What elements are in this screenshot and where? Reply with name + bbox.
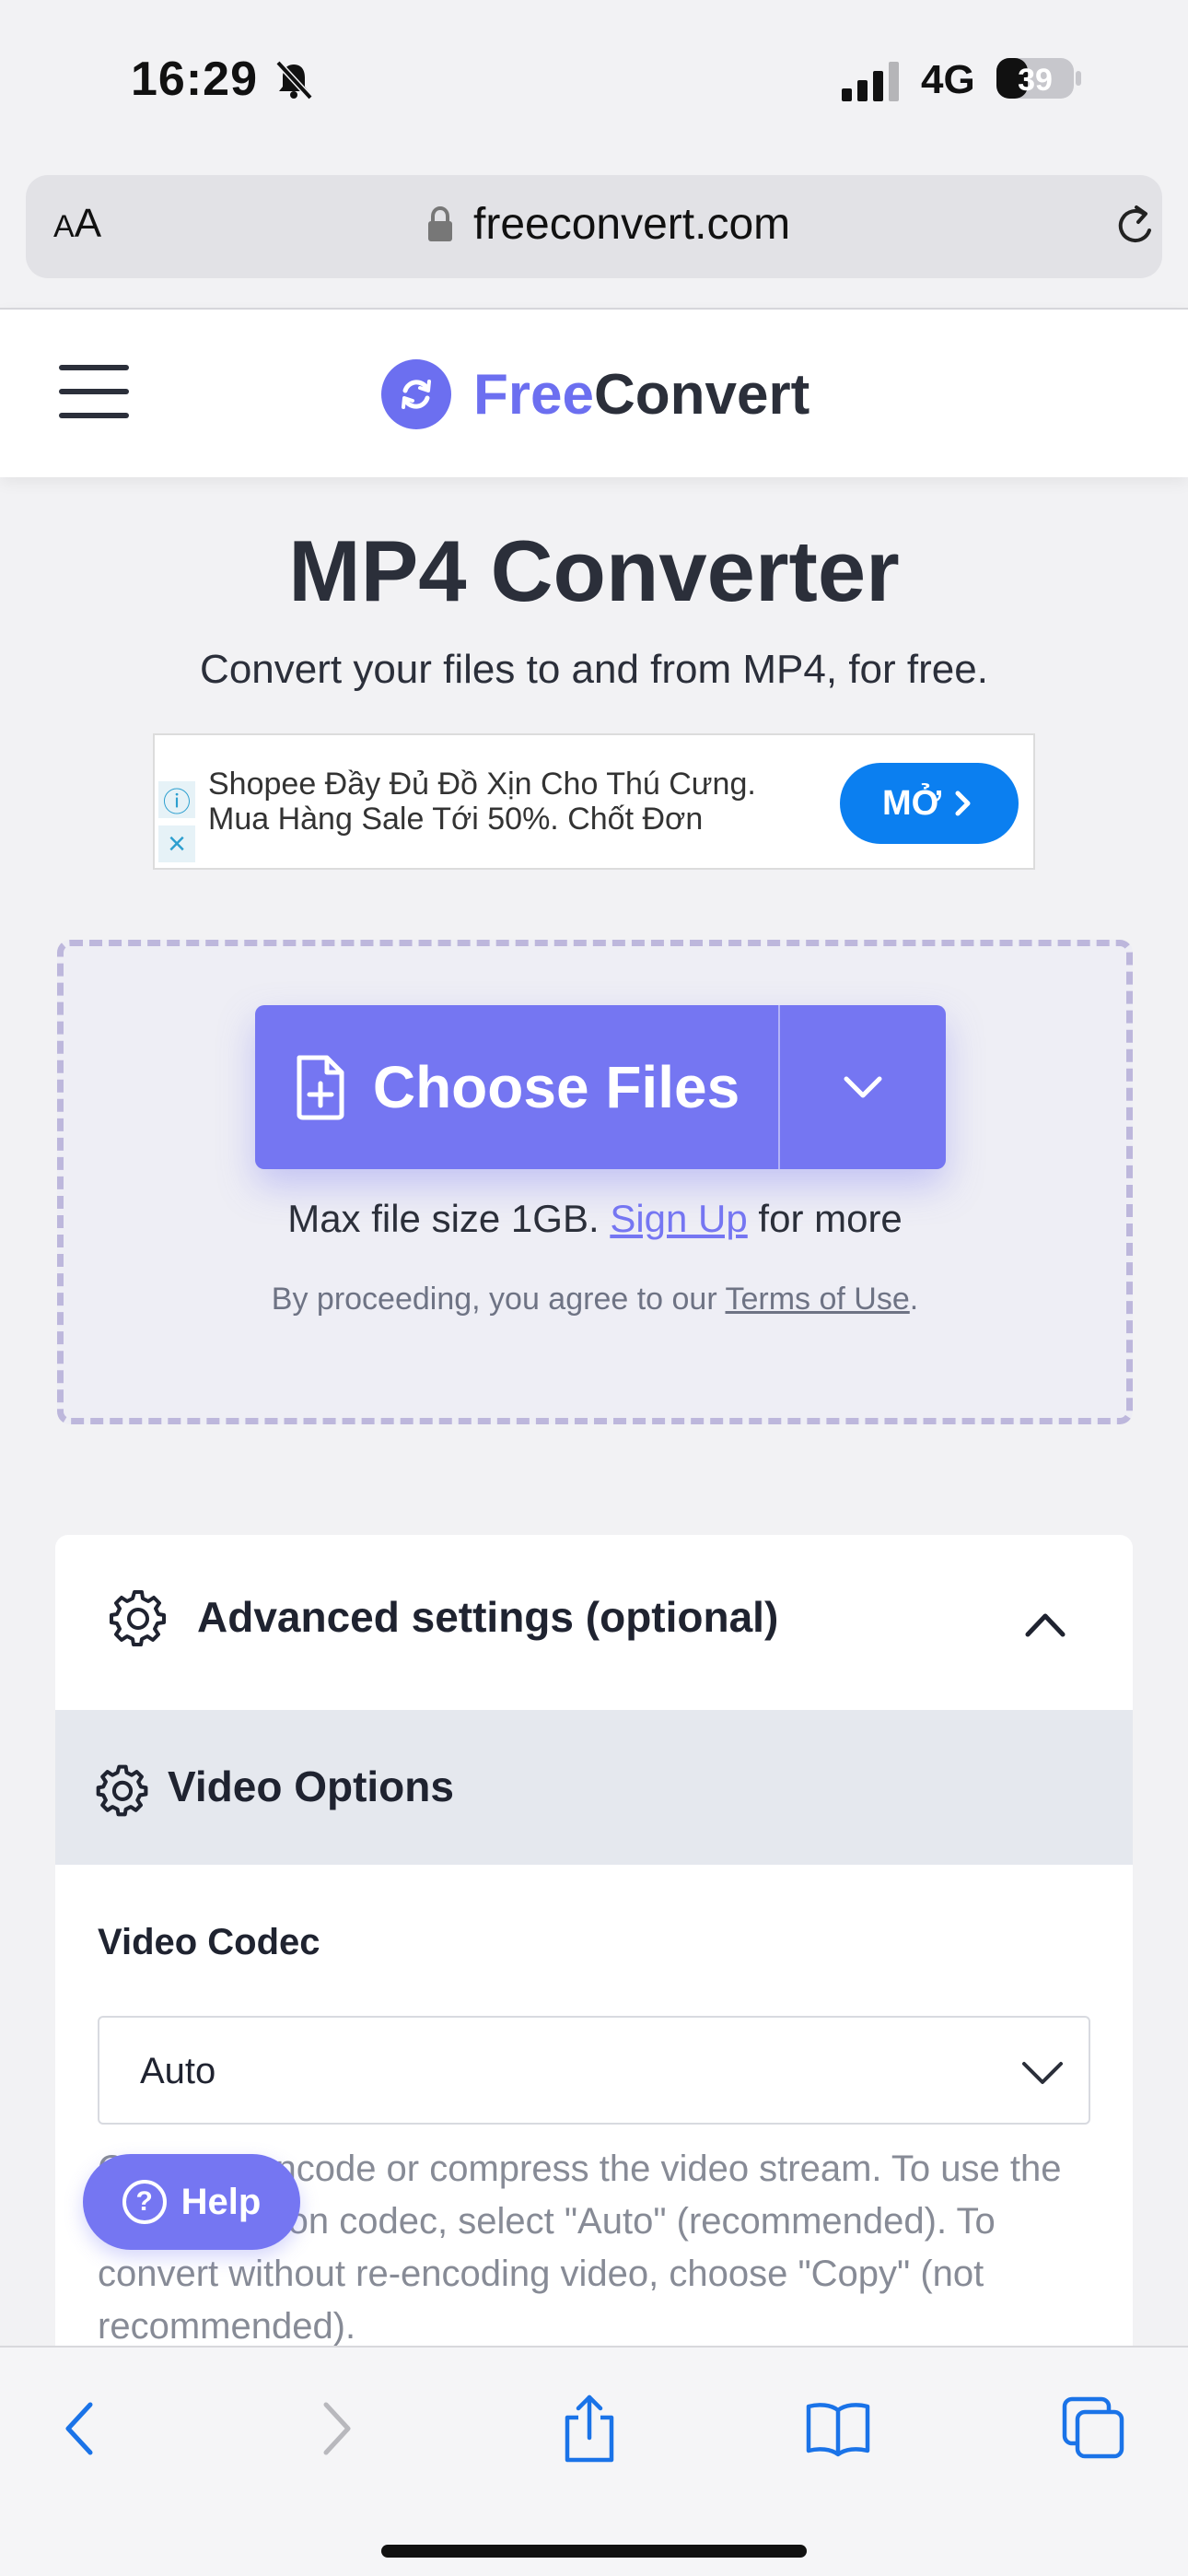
gear-icon (96, 1764, 148, 1817)
logo-text-convert: Convert (593, 362, 810, 427)
home-indicator (381, 2545, 807, 2558)
ad-close-icon[interactable]: × (158, 825, 195, 862)
max-size-note: Max file size 1GB. Sign Up for more (64, 1197, 1126, 1241)
chevron-up-icon[interactable] (1020, 1599, 1070, 1649)
chevron-right-icon (955, 790, 971, 816)
terms-link[interactable]: Terms of Use (726, 1282, 910, 1317)
battery-level: 39 (1018, 63, 1053, 98)
ad-text: Shopee Đầy Đủ Đồ Xịn Cho Thú Cưng. Mua H… (208, 767, 756, 837)
page-title: MP4 Converter (288, 522, 900, 619)
bell-muted-icon (275, 60, 313, 100)
signal-icon (842, 62, 899, 101)
video-codec-label: Video Codec (98, 1922, 320, 1962)
browser-toolbar (0, 2346, 1188, 2576)
ad-open-label: MỞ (881, 783, 942, 823)
ad-info-icon[interactable]: ⓘ (158, 781, 195, 818)
reload-icon[interactable] (1112, 203, 1160, 251)
video-options-header: Video Options (55, 1710, 1133, 1865)
upload-dropzone[interactable]: Choose Files Max file size 1GB. Sign Up … (57, 940, 1133, 1424)
address-bar[interactable]: AA freeconvert.com (26, 175, 1162, 278)
text-size-button[interactable]: AA (53, 201, 101, 247)
advanced-settings-toggle[interactable]: Advanced settings (optional) (55, 1535, 1133, 1710)
choose-files-label: Choose Files (372, 1054, 740, 1120)
share-icon[interactable] (553, 2392, 626, 2465)
network-type: 4G (921, 57, 975, 102)
ad-line-1: Shopee Đầy Đủ Đồ Xịn Cho Thú Cưng. (208, 767, 756, 802)
video-options-title: Video Options (168, 1762, 454, 1810)
ad-banner[interactable]: ⓘ × Shopee Đầy Đủ Đồ Xịn Cho Thú Cưng. M… (153, 733, 1035, 870)
advanced-settings-title: Advanced settings (optional) (197, 1593, 779, 1641)
file-add-icon (297, 1055, 344, 1120)
max-size-suffix: for more (758, 1197, 903, 1240)
status-bar: 16:29 4G 39 (0, 0, 1188, 166)
terms-suffix: . (909, 1282, 919, 1317)
video-codec-value: Auto (140, 2051, 216, 2091)
logo-text-free: Free (473, 362, 594, 427)
sign-up-link[interactable]: Sign Up (610, 1197, 747, 1240)
page-subtitle: Convert your files to and from MP4, for … (200, 647, 988, 692)
terms-note: By proceeding, you agree to our Terms of… (64, 1282, 1126, 1317)
help-label: Help (181, 2181, 262, 2222)
ad-open-button[interactable]: MỞ (840, 763, 1019, 844)
ad-line-2: Mua Hàng Sale Tới 50%. Chốt Đơn (208, 802, 704, 837)
terms-prefix: By proceeding, you agree to our (271, 1282, 717, 1317)
gear-icon (110, 1590, 166, 1646)
logo-icon (381, 359, 451, 429)
choose-source-dropdown[interactable] (780, 1005, 946, 1169)
video-codec-select[interactable]: Auto (98, 2016, 1090, 2125)
chevron-down-icon (844, 1076, 882, 1098)
bookmarks-icon[interactable] (801, 2392, 875, 2465)
forward-icon[interactable] (300, 2392, 374, 2465)
lock-icon (428, 206, 452, 241)
tabs-icon[interactable] (1057, 2392, 1131, 2465)
choose-files-button[interactable]: Choose Files (255, 1005, 780, 1169)
help-button[interactable]: ? Help (83, 2154, 300, 2250)
logo[interactable]: FreeConvert (381, 357, 809, 431)
status-time: 16:29 (131, 53, 258, 106)
back-icon[interactable] (42, 2392, 116, 2465)
site-header: FreeConvert (0, 308, 1188, 477)
url-text[interactable]: freeconvert.com (473, 199, 790, 250)
chevron-down-icon (1022, 2062, 1063, 2084)
menu-icon[interactable] (59, 365, 129, 424)
max-size-text: Max file size 1GB. (287, 1197, 600, 1240)
choose-files-button-group[interactable]: Choose Files (255, 1005, 946, 1169)
battery-icon: 39 (996, 58, 1081, 99)
question-icon: ? (122, 2180, 167, 2224)
